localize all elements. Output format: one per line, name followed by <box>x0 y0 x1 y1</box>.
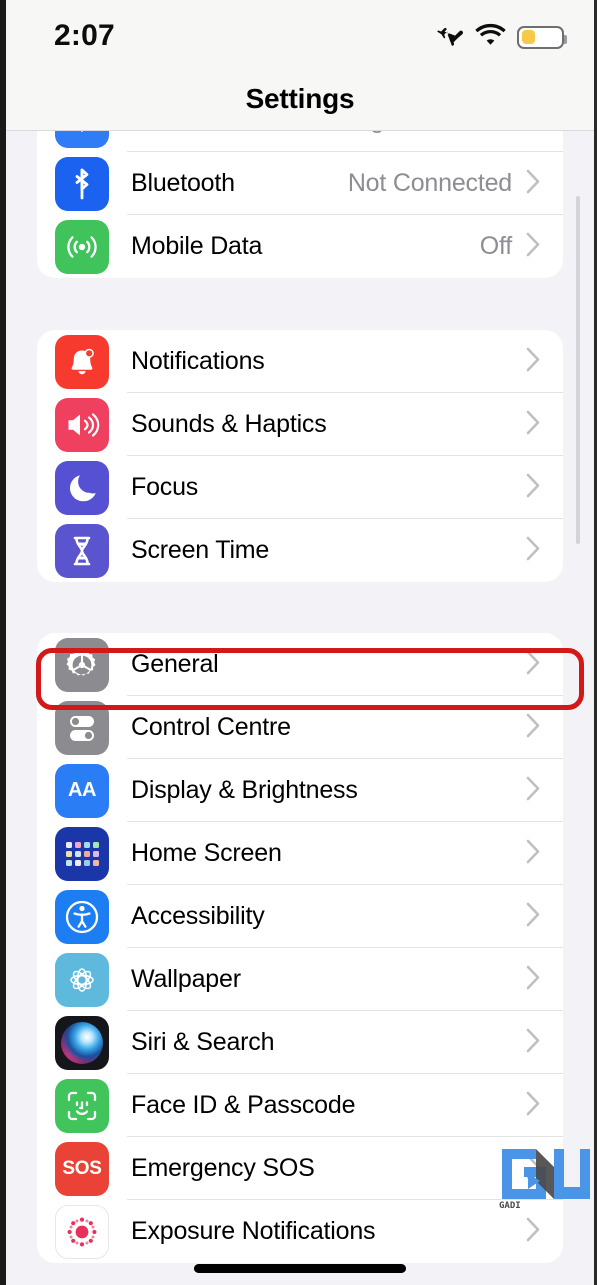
settings-row-label: Notifications <box>131 347 265 375</box>
chevron-right-icon <box>526 473 541 503</box>
face-id-icon <box>55 1078 109 1133</box>
settings-row-label: Siri & Search <box>131 1028 275 1056</box>
accessibility-icon <box>55 889 109 944</box>
battery-icon <box>517 25 567 49</box>
top-bar: 2:07 Settings <box>6 0 594 131</box>
sos-glyph: SOS <box>62 1157 102 1179</box>
status-bar-indicators <box>437 22 567 52</box>
status-bar-clock: 2:07 <box>54 19 115 52</box>
settings-row-label: Control Centre <box>131 713 291 741</box>
settings-row-focus[interactable]: Focus <box>37 456 563 519</box>
speaker-icon <box>55 397 109 452</box>
settings-row-mobile-data[interactable]: Mobile Data Off <box>37 215 563 278</box>
settings-row-exposure-notifications[interactable]: Exposure Notifications <box>37 1200 563 1263</box>
settings-row-siri-search[interactable]: Siri & Search <box>37 1011 563 1074</box>
chevron-right-icon <box>526 169 541 199</box>
settings-row-label: Focus <box>131 473 199 501</box>
exposure-dots-icon <box>55 1204 109 1259</box>
chevron-right-icon <box>526 232 541 262</box>
chevron-right-icon <box>526 713 541 743</box>
chevron-right-icon <box>526 410 541 440</box>
app-grid-icon <box>55 826 109 881</box>
settings-row-label: Sounds & Haptics <box>131 410 327 438</box>
settings-row-label: Bluetooth <box>131 169 235 197</box>
settings-row-wifi[interactable]: Wi-Fi Rastogi V2 Central <box>37 130 563 152</box>
chevron-right-icon <box>526 1154 541 1184</box>
settings-row-label: Accessibility <box>131 902 265 930</box>
toggles-icon <box>55 700 109 755</box>
airplane-mode-icon <box>437 22 464 52</box>
settings-row-home-screen[interactable]: Home Screen <box>37 822 563 885</box>
moon-icon <box>55 460 109 515</box>
settings-row-label: Face ID & Passcode <box>131 1091 356 1119</box>
wifi-icon <box>55 130 109 148</box>
settings-group-alerts: Notifications Sounds & Haptics Focus Scr… <box>37 330 563 582</box>
chevron-right-icon <box>526 1028 541 1058</box>
siri-orb-icon <box>55 1015 109 1070</box>
settings-group-connectivity: Wi-Fi Rastogi V2 Central B <box>37 130 563 278</box>
settings-row-value: Not Connected <box>347 169 512 197</box>
battery-fill <box>521 30 535 44</box>
settings-row-label: Mobile Data <box>131 232 263 260</box>
chevron-right-icon <box>526 776 541 806</box>
chevron-right-icon <box>526 536 541 566</box>
settings-row-face-id-passcode[interactable]: Face ID & Passcode <box>37 1074 563 1137</box>
settings-row-notifications[interactable]: Notifications <box>37 330 563 393</box>
chevron-right-icon <box>526 347 541 377</box>
chevron-right-icon <box>526 902 541 932</box>
chevron-right-icon <box>526 1217 541 1247</box>
settings-row-label: Screen Time <box>131 536 270 564</box>
scroll-indicator[interactable] <box>576 196 580 544</box>
chevron-right-icon <box>526 650 541 680</box>
sos-icon: SOS <box>55 1141 109 1196</box>
bell-icon <box>55 334 109 389</box>
settings-group-system: General Control Centre AA Display & Brig… <box>37 633 563 1263</box>
settings-row-value: Off <box>479 232 512 260</box>
chevron-right-icon <box>526 1091 541 1121</box>
bluetooth-icon <box>55 156 109 211</box>
cellular-icon <box>55 219 109 274</box>
battery-cap <box>564 34 567 44</box>
gear-icon <box>55 637 109 692</box>
settings-row-wallpaper[interactable]: Wallpaper <box>37 948 563 1011</box>
phone-screen: 2:07 Settings Bluetooth Not Connected Mo… <box>0 0 597 1285</box>
settings-row-label: Exposure Notifications <box>131 1217 376 1245</box>
settings-row-bluetooth[interactable]: Bluetooth Not Connected <box>37 152 563 215</box>
settings-row-label: Wallpaper <box>131 965 241 993</box>
wifi-icon <box>475 23 506 51</box>
chevron-right-icon <box>526 839 541 869</box>
aa-glyph: AA <box>68 779 96 801</box>
app-grid-dots <box>65 841 99 866</box>
settings-row-label: Display & Brightness <box>131 776 358 804</box>
aa-text-icon: AA <box>55 763 109 818</box>
settings-row-sounds-haptics[interactable]: Sounds & Haptics <box>37 393 563 456</box>
settings-row-label: General <box>131 650 219 678</box>
settings-scroll-view[interactable]: Wi-Fi Rastogi V2 Central B <box>6 130 594 1285</box>
settings-row-accessibility[interactable]: Accessibility <box>37 885 563 948</box>
flower-icon <box>55 952 109 1007</box>
settings-row-display-brightness[interactable]: AA Display & Brightness <box>37 759 563 822</box>
settings-row-label: Emergency SOS <box>131 1154 315 1182</box>
settings-row-emergency-sos[interactable]: SOS Emergency SOS <box>37 1137 563 1200</box>
page-title: Settings <box>245 83 355 114</box>
settings-row-control-centre[interactable]: Control Centre <box>37 696 563 759</box>
settings-row-general[interactable]: General <box>37 633 563 696</box>
settings-row-label: Home Screen <box>131 839 282 867</box>
status-bar: 2:07 <box>6 0 594 68</box>
home-indicator[interactable] <box>194 1264 406 1273</box>
chevron-right-icon <box>526 965 541 995</box>
hourglass-icon <box>55 523 109 578</box>
settings-row-screen-time[interactable]: Screen Time <box>37 519 563 582</box>
